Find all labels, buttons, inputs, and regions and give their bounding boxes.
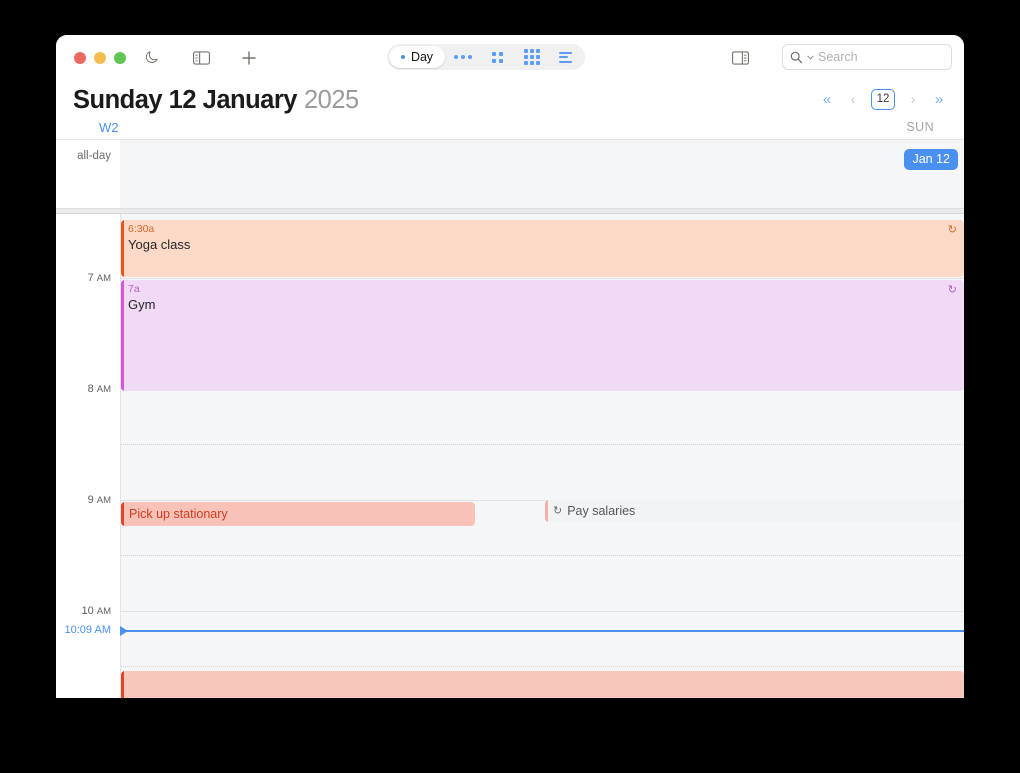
- current-time-label: 10:09 AM: [64, 624, 111, 636]
- view-switcher-day-label: Day: [411, 50, 433, 64]
- event-time: 6:30a: [128, 223, 155, 235]
- page-title-year: 2025: [303, 86, 359, 114]
- search-input[interactable]: Search: [818, 50, 858, 64]
- traffic-lights: [74, 51, 126, 64]
- event-accent-bar: [121, 502, 124, 526]
- all-day-body[interactable]: Jan 12: [120, 140, 964, 208]
- repeat-icon: ↻: [947, 224, 957, 236]
- time-tick: 10 AM: [81, 605, 111, 617]
- nav-prev-button[interactable]: ‹: [842, 88, 864, 110]
- search-icon: [790, 51, 803, 63]
- add-event-button[interactable]: [236, 45, 262, 71]
- all-day-row: all-day Jan 12: [56, 139, 964, 208]
- week-number[interactable]: W2: [99, 120, 119, 135]
- current-time-indicator: [120, 626, 964, 636]
- repeat-icon: ↻: [553, 504, 563, 517]
- inspector-toggle-icon[interactable]: [727, 45, 753, 71]
- time-tick: 9 AM: [87, 494, 111, 506]
- calendar-header: Sunday 12 January 2025 « ‹ 12 › » W2 SUN: [56, 80, 964, 139]
- day-badge[interactable]: Jan 12: [904, 149, 958, 170]
- event-accent-bar: [121, 280, 124, 391]
- event-title: Pick up stationary: [129, 506, 228, 521]
- event-time: 7a: [128, 283, 140, 295]
- all-day-label: all-day: [77, 150, 111, 162]
- bullet-dot-icon: [401, 55, 406, 59]
- event-accent-bar: [121, 220, 124, 277]
- hour-line: [121, 278, 964, 279]
- date-navigation: « ‹ 12 › »: [816, 88, 950, 110]
- half-hour-line: [121, 555, 964, 556]
- hour-line: [121, 611, 964, 612]
- time-grid: 7 AM 8 AM 9 AM 10 AM 10:09 AM 6:30a Yoga…: [56, 214, 964, 698]
- event-title: Pay salaries: [567, 503, 636, 518]
- close-window-button[interactable]: [74, 51, 86, 64]
- view-switcher[interactable]: Day: [387, 44, 585, 70]
- time-gutter: 7 AM 8 AM 9 AM 10 AM 10:09 AM: [56, 214, 120, 698]
- list-lines-icon: [559, 51, 573, 63]
- calendar-window: Day Search Sunday 12 January 2025 « ‹ 12…: [56, 35, 964, 698]
- sidebar-toggle-icon[interactable]: [188, 45, 214, 71]
- view-switcher-list[interactable]: [549, 46, 583, 68]
- time-tick: 7 AM: [87, 272, 111, 284]
- zoom-window-button[interactable]: [114, 51, 126, 64]
- page-title-date: Sunday 12 January: [73, 86, 297, 114]
- moon-icon[interactable]: [138, 45, 164, 71]
- all-day-gutter: all-day: [56, 140, 120, 208]
- half-hour-line: [121, 666, 964, 667]
- nav-today-button[interactable]: 12: [871, 88, 895, 110]
- grid-3x3-icon: [523, 49, 540, 65]
- three-dots-icon: [453, 55, 472, 59]
- search-field[interactable]: Search: [782, 44, 952, 70]
- event-block[interactable]: 6:30a Yoga class ↻: [121, 220, 964, 277]
- nav-next-button[interactable]: ›: [902, 88, 924, 110]
- chevron-down-icon[interactable]: [807, 55, 814, 60]
- event-block[interactable]: [121, 671, 964, 698]
- event-block[interactable]: Pick up stationary: [121, 502, 475, 526]
- minimize-window-button[interactable]: [94, 51, 106, 64]
- repeat-icon: ↻: [947, 284, 957, 296]
- event-block[interactable]: 7a Gym ↻: [121, 280, 964, 391]
- event-title: Yoga class: [128, 237, 191, 252]
- nav-first-button[interactable]: «: [816, 88, 838, 110]
- day-abbrev-label: SUN: [906, 120, 934, 134]
- view-switcher-week[interactable]: [481, 46, 515, 68]
- grid-2x2-icon: [492, 51, 504, 63]
- event-title: Gym: [128, 297, 156, 312]
- window-toolbar: Day Search: [56, 35, 964, 80]
- view-switcher-day[interactable]: Day: [389, 46, 445, 68]
- view-switcher-month[interactable]: [515, 46, 549, 68]
- nav-last-button[interactable]: »: [928, 88, 950, 110]
- week-row: W2 SUN: [72, 115, 948, 139]
- event-accent-bar: [121, 671, 124, 698]
- event-accent-bar: [545, 500, 548, 522]
- half-hour-line: [121, 444, 964, 445]
- view-switcher-three-days[interactable]: [445, 46, 481, 68]
- day-column[interactable]: 6:30a Yoga class ↻ 7a Gym ↻ ↻ Pay salari…: [120, 214, 964, 698]
- current-time-marker-icon: [120, 626, 128, 636]
- time-tick: 8 AM: [87, 383, 111, 395]
- event-block[interactable]: ↻ Pay salaries: [545, 500, 964, 522]
